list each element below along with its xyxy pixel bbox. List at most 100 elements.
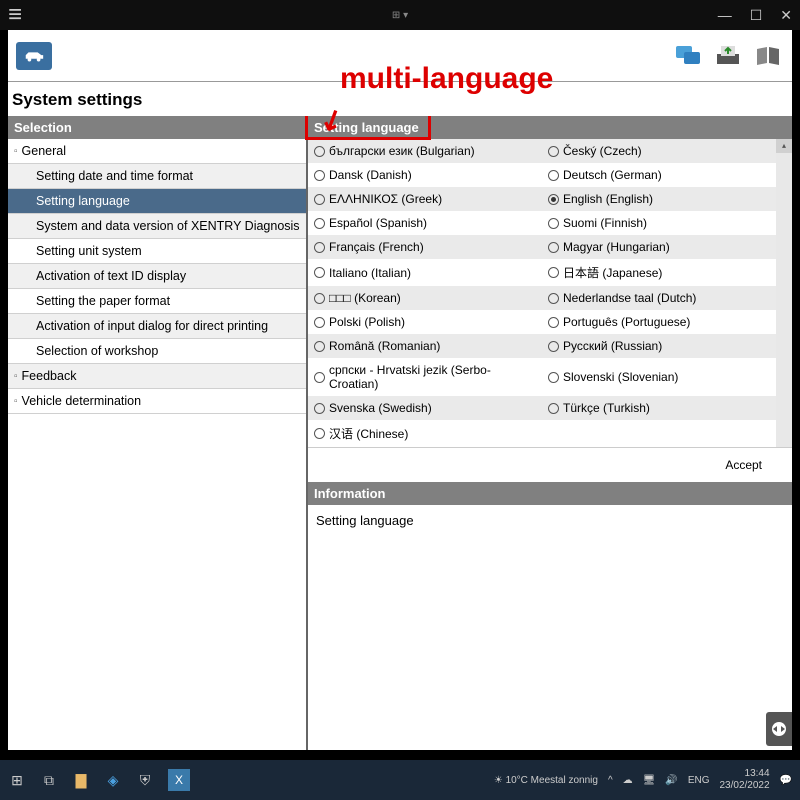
car-icon[interactable] (16, 42, 52, 70)
language-option[interactable]: български език (Bulgarian) (308, 139, 542, 163)
minimize-button[interactable]: — (718, 7, 732, 24)
language-option[interactable]: Română (Romanian) (308, 334, 542, 358)
language-option[interactable]: Italiano (Italian) (308, 259, 542, 286)
accept-button[interactable]: Accept (725, 458, 762, 472)
notifications-icon[interactable]: 💬 (780, 775, 792, 786)
info-header: Information (308, 482, 792, 505)
tree-group[interactable]: Vehicle determination (8, 389, 306, 414)
language-label: Русский (Russian) (563, 339, 662, 353)
language-option[interactable]: ΕΛΛΗΝΙΚΟΣ (Greek) (308, 187, 542, 211)
language-option[interactable]: српски - Hrvatski jezik (Serbo-Croatian) (308, 358, 542, 396)
language-option[interactable]: Dansk (Danish) (308, 163, 542, 187)
info-body: Setting language (308, 505, 792, 536)
tree-group[interactable]: Feedback (8, 364, 306, 389)
language-option[interactable]: English (English) (542, 187, 776, 211)
menu-icon[interactable]: ≡ (8, 3, 22, 27)
print-icon[interactable] (712, 42, 744, 70)
radio-icon[interactable] (548, 372, 559, 383)
language-label: български език (Bulgarian) (329, 144, 475, 158)
language-option[interactable]: Español (Spanish) (308, 211, 542, 235)
radio-icon[interactable] (314, 317, 325, 328)
language-option[interactable]: Türkçe (Turkish) (542, 396, 776, 420)
chat-icon[interactable] (672, 42, 704, 70)
maximize-button[interactable]: ☐ (750, 7, 763, 24)
tree-group[interactable]: General (8, 139, 306, 164)
language-label: ΕΛΛΗΝΙΚΟΣ (Greek) (329, 192, 442, 206)
clock[interactable]: 13:44 23/02/2022 (719, 768, 769, 792)
book-icon[interactable] (752, 42, 784, 70)
tree-item[interactable]: Setting date and time format (8, 164, 306, 189)
radio-icon[interactable] (548, 267, 559, 278)
radio-icon[interactable] (548, 242, 559, 253)
explorer-icon[interactable]: ▇ (72, 771, 90, 789)
language-option[interactable]: □□□ (Korean) (308, 286, 542, 310)
start-button[interactable]: ⊞ (8, 771, 26, 789)
language-option[interactable]: Suomi (Finnish) (542, 211, 776, 235)
radio-icon[interactable] (314, 146, 325, 157)
tree-item[interactable]: Selection of workshop (8, 339, 306, 364)
radio-icon[interactable] (548, 218, 559, 229)
radio-icon[interactable] (314, 372, 325, 383)
tree-item[interactable]: Setting the paper format (8, 289, 306, 314)
language-option[interactable]: Português (Portuguese) (542, 310, 776, 334)
language-option[interactable]: 日本語 (Japanese) (542, 259, 776, 286)
language-label: Dansk (Danish) (329, 168, 412, 182)
language-label: Nederlandse taal (Dutch) (563, 291, 696, 305)
tree-item[interactable]: Setting unit system (8, 239, 306, 264)
radio-icon[interactable] (314, 428, 325, 439)
radio-icon[interactable] (314, 218, 325, 229)
radio-icon[interactable] (548, 146, 559, 157)
language-option[interactable]: Polski (Polish) (308, 310, 542, 334)
shield-icon[interactable]: ⛨ (136, 771, 154, 789)
language-option[interactable]: 汉语 (Chinese) (308, 420, 542, 447)
close-button[interactable]: ✕ (780, 7, 792, 24)
language-label: □□□ (Korean) (329, 291, 401, 305)
tray-display-icon[interactable]: 🖥 (643, 775, 656, 786)
tree-item[interactable]: Setting language (8, 189, 306, 214)
radio-icon[interactable] (314, 267, 325, 278)
radio-icon[interactable] (314, 170, 325, 181)
radio-icon[interactable] (314, 293, 325, 304)
app-icon[interactable]: X (168, 769, 190, 791)
tree-item[interactable]: Activation of text ID display (8, 264, 306, 289)
taskbar: ⊞ ⧉ ▇ ◈ ⛨ X ☀ 10°C Meestal zonnig ^ ☁ 🖥 … (0, 760, 800, 800)
tray-volume-icon[interactable]: 🔊 (665, 775, 677, 786)
radio-icon[interactable] (548, 293, 559, 304)
tree-item[interactable]: System and data version of XENTRY Diagno… (8, 214, 306, 239)
language-option[interactable]: Français (French) (308, 235, 542, 259)
radio-icon[interactable] (314, 403, 325, 414)
tray-cloud-icon[interactable]: ☁ (623, 775, 633, 786)
scrollbar[interactable]: ▴ (776, 139, 792, 447)
radio-icon[interactable] (548, 317, 559, 328)
taskview-icon[interactable]: ⧉ (40, 771, 58, 789)
weather-widget[interactable]: ☀ 10°C Meestal zonnig (494, 775, 598, 786)
language-option[interactable]: Český (Czech) (542, 139, 776, 163)
radio-icon[interactable] (314, 341, 325, 352)
language-label: Italiano (Italian) (329, 266, 411, 280)
language-label: 汉语 (Chinese) (329, 425, 408, 442)
language-label: Český (Czech) (563, 144, 642, 158)
radio-icon[interactable] (314, 242, 325, 253)
language-option[interactable]: Русский (Russian) (542, 334, 776, 358)
language-option[interactable]: Svenska (Swedish) (308, 396, 542, 420)
radio-icon[interactable] (548, 341, 559, 352)
sidebar-header: Selection (8, 116, 306, 139)
radio-icon[interactable] (314, 194, 325, 205)
radio-icon[interactable] (548, 403, 559, 414)
app-window: System settings Selection GeneralSetting… (8, 30, 792, 750)
tree: GeneralSetting date and time formatSetti… (8, 139, 306, 750)
language-option[interactable]: Magyar (Hungarian) (542, 235, 776, 259)
titlebar: ≡ ⊞ ▾ — ☐ ✕ (0, 0, 800, 30)
tree-item[interactable]: Activation of input dialog for direct pr… (8, 314, 306, 339)
annotation-label: multi-language (340, 62, 553, 96)
language-option[interactable]: Nederlandse taal (Dutch) (542, 286, 776, 310)
tray-chevron-icon[interactable]: ^ (608, 775, 613, 786)
language-option[interactable]: Slovenski (Slovenian) (542, 358, 776, 396)
teamviewer-side-icon[interactable] (766, 712, 792, 746)
teamviewer-icon[interactable]: ◈ (104, 771, 122, 789)
language-option[interactable]: Deutsch (German) (542, 163, 776, 187)
radio-icon[interactable] (548, 170, 559, 181)
language-indicator[interactable]: ENG (688, 775, 710, 786)
language-label: Suomi (Finnish) (563, 216, 647, 230)
radio-icon[interactable] (548, 194, 559, 205)
